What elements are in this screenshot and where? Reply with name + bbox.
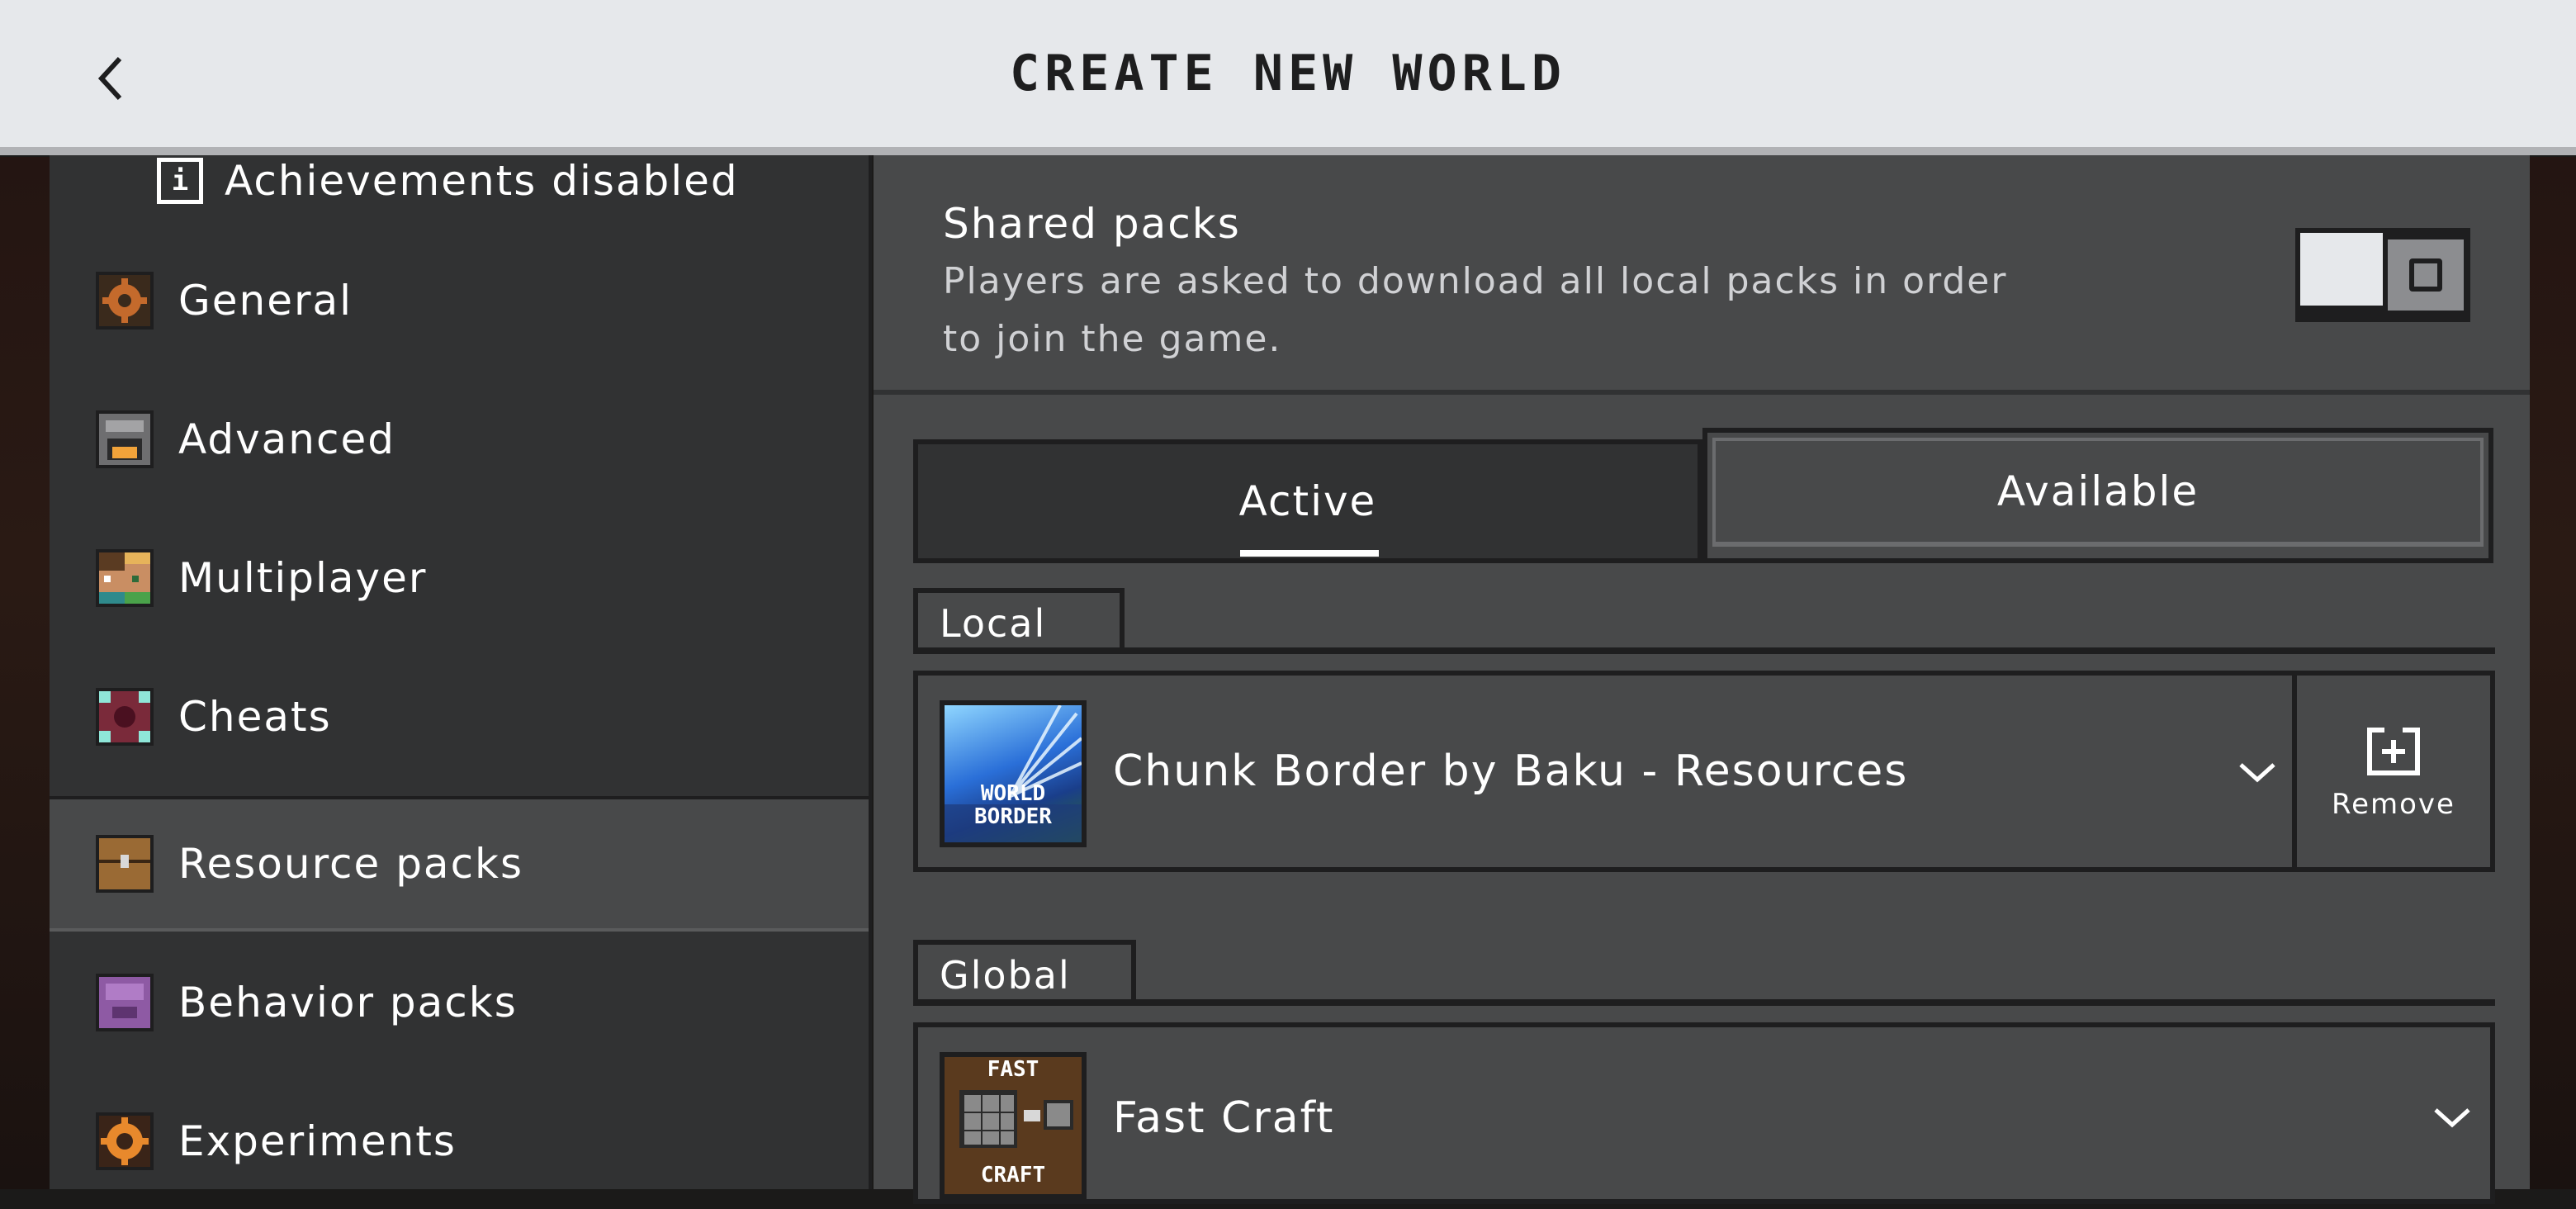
sidebar-item-label: Resource packs — [178, 840, 524, 888]
page-title: CREATE NEW WORLD — [1010, 45, 1566, 102]
global-pack-row[interactable]: FAST CRAFT Fast Craft — [913, 1022, 2495, 1204]
tab-active[interactable]: Active — [913, 439, 1702, 563]
tab-available-face: Available — [1712, 438, 2484, 547]
main-panel: Shared packs Players are asked to downlo… — [874, 155, 2530, 1204]
shared-packs-toggle[interactable] — [2295, 228, 2470, 322]
background-edge-right — [2530, 157, 2576, 1189]
fast-craft-pack-thumbnail: FAST CRAFT — [940, 1052, 1087, 1199]
chevron-left-icon — [97, 56, 122, 101]
local-pack-name: Chunk Border by Baku - Resources — [1113, 747, 1909, 796]
experiments-icon — [96, 1112, 154, 1170]
gear-icon — [96, 272, 154, 330]
sidebar: i Achievements disabled General Advanced — [50, 155, 872, 1189]
local-section-label: Local — [913, 588, 1125, 654]
toggle-track — [2388, 239, 2464, 311]
sidebar-item-label: Cheats — [178, 693, 332, 741]
sidebar-item-advanced[interactable]: Advanced — [50, 372, 869, 507]
global-section-label: Global — [913, 940, 1136, 1006]
chest-icon — [96, 835, 154, 893]
toggle-off-icon — [2409, 258, 2442, 292]
thumb-text-fast: FAST — [987, 1057, 1039, 1082]
achievements-disabled-notice: i Achievements disabled — [157, 155, 739, 206]
sidebar-item-cheats[interactable]: Cheats — [50, 649, 869, 785]
global-section-divider — [913, 999, 2495, 1006]
global-pack-name: Fast Craft — [1113, 1093, 1335, 1143]
remove-icon — [2367, 725, 2420, 775]
local-pack-row[interactable]: WORLD BORDER Chunk Border by Baku - Reso… — [913, 671, 2495, 872]
thumb-text-craft: CRAFT — [980, 1163, 1046, 1188]
thumb-text-world: WORLD — [980, 781, 1046, 806]
header-bar: CREATE NEW WORLD — [0, 0, 2576, 155]
tab-available[interactable]: Available — [1702, 428, 2493, 563]
sidebar-item-label: Advanced — [178, 415, 395, 463]
thumb-text-border: BORDER — [974, 804, 1052, 829]
world-border-pack-thumbnail: WORLD BORDER — [940, 700, 1087, 847]
sidebar-item-label: Experiments — [178, 1117, 457, 1165]
sidebar-item-label: Multiplayer — [178, 554, 428, 602]
local-section-divider — [913, 647, 2495, 654]
chevron-down-icon[interactable] — [2429, 1093, 2475, 1140]
background-edge-left — [0, 157, 50, 1189]
back-button[interactable] — [83, 50, 140, 107]
sidebar-item-behavior-packs[interactable]: Behavior packs — [50, 935, 869, 1070]
info-icon: i — [157, 158, 203, 204]
sidebar-item-label: Behavior packs — [178, 979, 518, 1026]
shared-packs-title: Shared packs — [943, 200, 1241, 248]
achievements-disabled-text: Achievements disabled — [225, 157, 739, 205]
sidebar-item-multiplayer[interactable]: Multiplayer — [50, 510, 869, 646]
tab-active-label: Active — [1238, 477, 1377, 525]
tab-active-underline — [1240, 550, 1379, 557]
sidebar-item-general[interactable]: General — [50, 233, 869, 368]
chevron-down-icon[interactable] — [2234, 748, 2280, 794]
furnace-icon — [96, 410, 154, 468]
remove-label: Remove — [2332, 788, 2455, 821]
toggle-knob — [2300, 233, 2383, 306]
players-icon — [96, 549, 154, 607]
shared-packs-section: Shared packs Players are asked to downlo… — [874, 155, 2530, 395]
purple-block-icon — [96, 974, 154, 1031]
shared-packs-description: Players are asked to download all local … — [943, 260, 2008, 360]
sidebar-item-experiments[interactable]: Experiments — [50, 1074, 869, 1209]
sidebar-item-resource-packs[interactable]: Resource packs — [50, 796, 869, 932]
sidebar-item-label: General — [178, 277, 353, 325]
remove-pack-button[interactable]: Remove — [2292, 676, 2490, 867]
tab-available-label: Available — [1996, 467, 2200, 515]
command-block-icon — [96, 688, 154, 746]
